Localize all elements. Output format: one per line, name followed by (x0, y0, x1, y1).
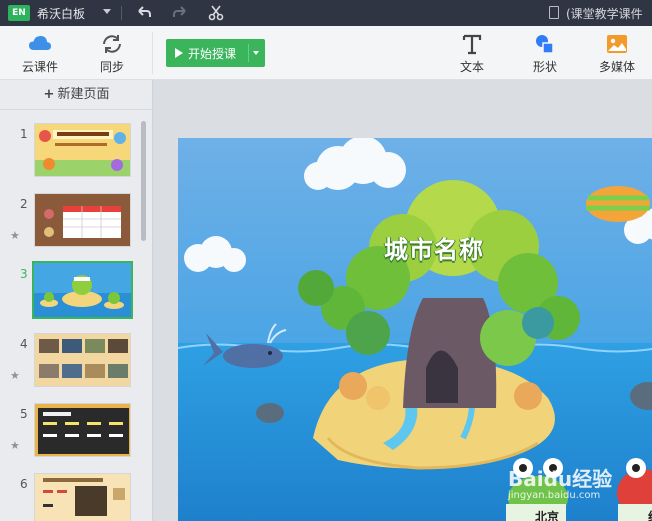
page-number: 3 (20, 267, 28, 281)
sidebar-scrollbar[interactable] (141, 121, 146, 241)
page-number: 5 (20, 407, 28, 421)
star-icon[interactable]: ★ (10, 369, 20, 382)
watermark-main: Baidu经验 (508, 467, 613, 491)
divider (248, 44, 249, 62)
play-icon (175, 48, 183, 58)
slide-thumbnail[interactable] (34, 333, 131, 387)
multimedia-label: 多媒体 (598, 60, 635, 74)
toolbar: 云课件 同步 开始授课 文本 形状 多媒体 (0, 26, 652, 80)
slide-canvas-area: 城市名称 Baidu经验 jingyan.baidu.com 北京 纽 (154, 80, 652, 521)
sync-icon (103, 35, 121, 53)
page-thumbnail-1[interactable]: 1 (0, 123, 140, 183)
page-sidebar: + 新建页面 1 2 ★ 3 4 ★ 5 ★ 6 (0, 80, 153, 521)
cloud-courseware-label: 云课件 (21, 60, 58, 74)
city-label-right[interactable]: 纽 (648, 508, 652, 521)
undo-icon[interactable] (135, 4, 153, 22)
start-teaching-label: 开始授课 (188, 47, 237, 61)
page-thumbnail-4[interactable]: 4 ★ (0, 333, 140, 393)
slide-thumbnail[interactable] (34, 123, 131, 177)
divider (152, 32, 153, 74)
page-number: 2 (20, 197, 28, 211)
start-teaching-button[interactable]: 开始授课 (166, 39, 265, 67)
plus-icon: + (43, 87, 55, 102)
divider (121, 6, 122, 20)
shape-tool-button[interactable]: 形状 (525, 26, 565, 80)
slide-thumbnail[interactable] (34, 193, 131, 247)
city-label-left[interactable]: 北京 (535, 508, 559, 521)
document-title: (课堂教学课件 (566, 7, 643, 21)
slide-title[interactable]: 城市名称 (384, 230, 484, 265)
app-logo: EN (8, 5, 30, 21)
document-icon (549, 6, 559, 19)
star-icon[interactable]: ★ (10, 439, 20, 452)
baidu-watermark: Baidu经验 jingyan.baidu.com (508, 463, 612, 501)
text-tool-button[interactable]: 文本 (452, 26, 492, 80)
page-number: 6 (20, 477, 28, 491)
sync-label: 同步 (99, 60, 124, 74)
page-number: 4 (20, 337, 28, 351)
chevron-down-icon[interactable] (103, 9, 111, 14)
text-icon (462, 34, 482, 55)
cloud-icon (29, 36, 51, 50)
slide-thumbnail-selected[interactable] (32, 261, 133, 319)
page-thumbnail-2[interactable]: 2 ★ (0, 193, 140, 253)
new-page-button[interactable]: + 新建页面 (0, 80, 153, 110)
redo-icon[interactable] (171, 4, 189, 22)
current-slide[interactable]: 城市名称 Baidu经验 jingyan.baidu.com 北京 纽 (178, 138, 652, 521)
page-thumbnail-3[interactable]: 3 (0, 261, 140, 323)
app-name-menu[interactable]: 希沃白板 (37, 5, 85, 22)
slide-thumbnail[interactable] (34, 403, 131, 457)
chevron-down-icon[interactable] (253, 51, 259, 55)
watermark-url: jingyan.baidu.com (508, 490, 601, 501)
cloud-courseware-button[interactable]: 云课件 (16, 26, 64, 80)
image-icon (607, 35, 627, 53)
sync-button[interactable]: 同步 (90, 26, 134, 80)
shape-tool-label: 形状 (532, 60, 557, 74)
star-icon[interactable]: ★ (10, 229, 20, 242)
text-tool-label: 文本 (459, 60, 484, 74)
multimedia-button[interactable]: 多媒体 (595, 26, 639, 80)
page-thumbnail-6[interactable]: 6 (0, 473, 140, 521)
slide-thumbnail[interactable] (34, 473, 131, 521)
shape-icon (536, 35, 554, 54)
new-page-label: 新建页面 (57, 87, 110, 102)
page-thumbnail-5[interactable]: 5 ★ (0, 403, 140, 463)
scissors-icon[interactable] (207, 4, 225, 22)
page-number: 1 (20, 127, 28, 141)
title-bar: EN 希沃白板 (课堂教学课件 (0, 0, 652, 26)
